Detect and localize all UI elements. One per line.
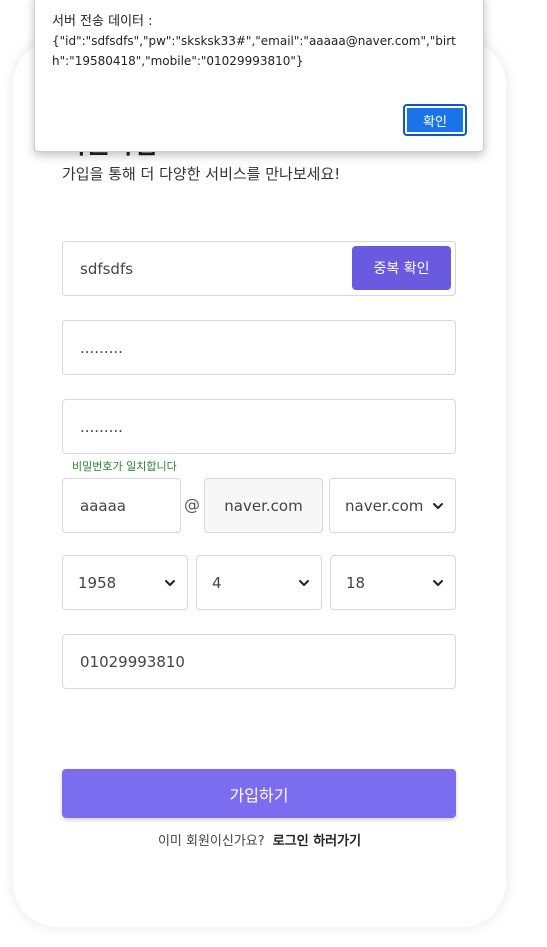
password-field[interactable]: ......... bbox=[62, 320, 456, 375]
email-domain-select[interactable]: naver.com bbox=[329, 478, 456, 533]
alert-title: 서버 전송 데이터 : bbox=[52, 14, 153, 29]
chevron-down-icon bbox=[433, 579, 443, 586]
mobile-value: 01029993810 bbox=[80, 652, 185, 671]
birth-year-select[interactable]: 1958 bbox=[62, 555, 188, 610]
alert-dialog: 서버 전송 데이터 : {"id":"sdfsdfs","pw":"sksksk… bbox=[34, 0, 484, 152]
user-id-value: sdfsdfs bbox=[80, 259, 134, 278]
duplicate-check-button[interactable]: 중복 확인 bbox=[352, 246, 451, 290]
email-at-sign: @ bbox=[184, 495, 200, 514]
login-prompt: 이미 회원이신가요? 로그인 하러가기 bbox=[0, 830, 519, 849]
birth-day-value: 18 bbox=[346, 573, 366, 592]
login-link[interactable]: 로그인 하러가기 bbox=[273, 834, 361, 849]
chevron-down-icon bbox=[433, 502, 443, 509]
birth-year-value: 1958 bbox=[78, 573, 117, 592]
chevron-down-icon bbox=[165, 579, 175, 586]
email-domain-field[interactable]: naver.com bbox=[204, 478, 323, 533]
password-value: ......... bbox=[80, 338, 123, 357]
password-match-message: 비밀번호가 일치합니다 bbox=[72, 460, 177, 473]
birth-day-select[interactable]: 18 bbox=[330, 555, 456, 610]
chevron-down-icon bbox=[299, 579, 309, 586]
signup-submit-button[interactable]: 가입하기 bbox=[62, 769, 456, 818]
email-local-value: aaaaa bbox=[80, 496, 126, 515]
birth-month-value: 4 bbox=[212, 573, 222, 592]
mobile-field[interactable]: 01029993810 bbox=[62, 634, 456, 689]
email-domain-select-value: naver.com bbox=[345, 496, 424, 515]
alert-ok-button[interactable]: 확인 bbox=[403, 104, 467, 136]
birth-month-select[interactable]: 4 bbox=[196, 555, 322, 610]
password-confirm-field[interactable]: ......... bbox=[62, 399, 456, 454]
email-local-field[interactable]: aaaaa bbox=[62, 478, 181, 533]
page-subtitle: 가입을 통해 더 다양한 서비스를 만나보세요! bbox=[62, 165, 341, 183]
login-prompt-text: 이미 회원이신가요? bbox=[157, 834, 265, 849]
password-confirm-value: ......... bbox=[80, 417, 123, 436]
email-domain-value: naver.com bbox=[224, 496, 303, 515]
alert-body: {"id":"sdfsdfs","pw":"sksksk33#","email"… bbox=[52, 34, 456, 68]
